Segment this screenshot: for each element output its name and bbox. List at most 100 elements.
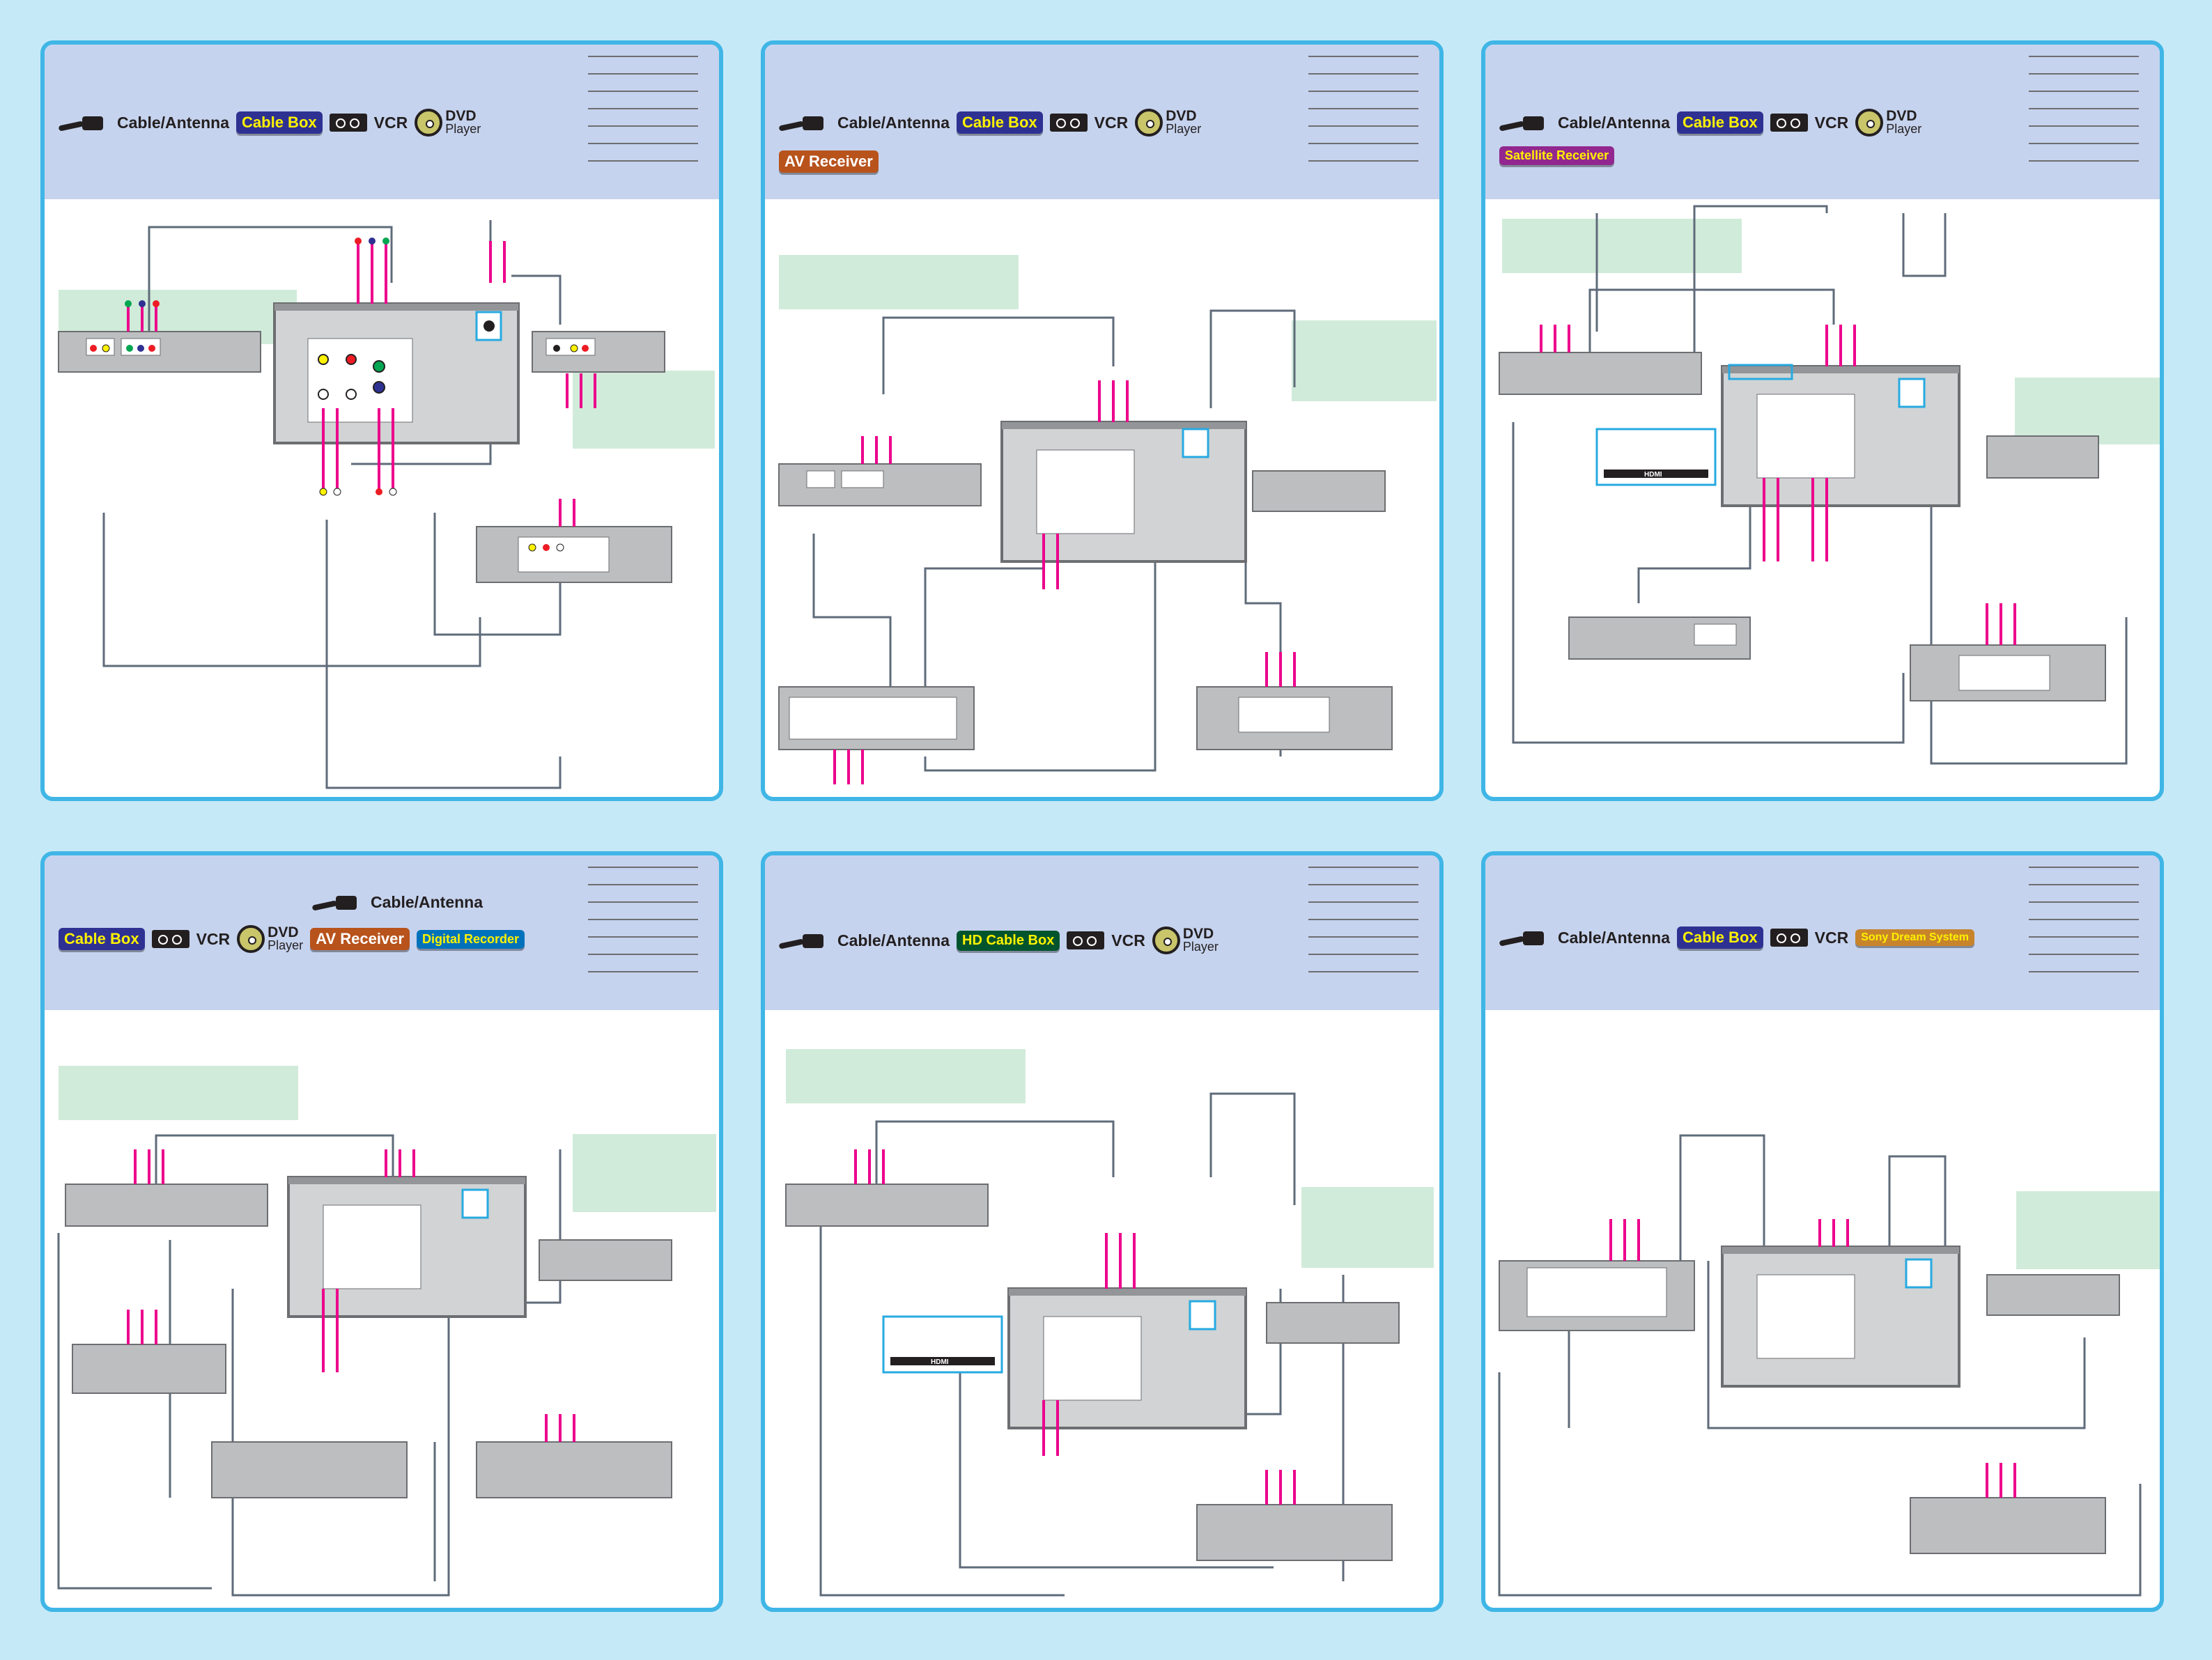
panel-with-hd-cable-box: Cable/Antenna HD Cable Box VCR DVD Player (761, 851, 1444, 1612)
player-label: Player (1166, 122, 1202, 136)
dvd-disc-icon (1135, 109, 1163, 137)
note-lines (2029, 56, 2139, 178)
cable-antenna-label: Cable/Antenna (1558, 113, 1671, 132)
cable-antenna-label: Cable/Antenna (1558, 928, 1671, 947)
device-legend: Cable/Antenna Cable Box VCR DVD Player (1499, 109, 1921, 137)
dvd-disc-icon (237, 925, 265, 953)
hdmi-label: HDMI (1644, 471, 1662, 479)
wiring-diagram: HDMI (785, 1092, 1400, 1597)
dvd-disc-icon (415, 109, 443, 137)
vcr-icon (151, 930, 190, 948)
panel-with-av-receiver-and-digital-recorder: Cable/Antenna Cable Box VCR DVD Player AV… (40, 851, 723, 1612)
panel-header: Cable/Antenna Cable Box VCR DVD Player AV… (45, 855, 719, 1010)
av-receiver-device (211, 1441, 408, 1498)
player-label: Player (1886, 122, 1922, 136)
hd-cable-box-badge: HD Cable Box (957, 930, 1060, 951)
dvd-player-device (476, 1441, 672, 1498)
cable-box-badge: Cable Box (236, 111, 323, 134)
av-receiver-device (778, 686, 975, 750)
cable-box-badge: Cable Box (59, 928, 145, 950)
panel-cable-vcr-dvd: Cable/Antenna Cable Box VCR DVD Player (40, 40, 723, 801)
dvd-badge: DVD Player (1855, 109, 1921, 137)
dvd-player-device (1910, 644, 2106, 701)
vcr-device (539, 1239, 672, 1281)
wiring-diagram (58, 220, 672, 789)
hdmi-inset: HDMI (1595, 428, 1717, 486)
av-receiver-badge: AV Receiver (779, 150, 879, 173)
vcr-label: VCR (1094, 113, 1129, 132)
panel-with-satellite-receiver: Cable/Antenna Cable Box VCR DVD Player Sa… (1481, 40, 2164, 801)
satellite-receiver-device (1568, 616, 1751, 660)
note-lines (2029, 867, 2139, 988)
digital-recorder-device (72, 1344, 226, 1394)
cable-box-badge: Cable Box (1677, 111, 1763, 134)
dvd-disc-icon (1152, 926, 1180, 954)
dvd-disc-icon (1855, 109, 1884, 137)
vcr-icon (1067, 931, 1105, 949)
wiring-diagram (57, 1134, 672, 1597)
panel-header: Cable/Antenna Cable Box VCR DVD Player Sa… (1485, 45, 2160, 199)
vcr-device (1252, 470, 1386, 512)
note-lines (588, 56, 698, 178)
digital-recorder-badge: Digital Recorder (416, 929, 525, 949)
vcr-icon (329, 114, 367, 132)
dvd-player-device (476, 526, 672, 583)
vcr-icon (1770, 114, 1808, 132)
device-legend: Cable/Antenna Cable Box VCR Sony Dream S… (1499, 926, 1974, 949)
cable-plug-icon (312, 892, 364, 913)
cable-box-badge: Cable Box (957, 111, 1043, 134)
player-label: Player (1182, 940, 1219, 954)
tv-back-panel (273, 302, 520, 444)
dvd-player-device (1196, 686, 1393, 750)
panel-header: Cable/Antenna HD Cable Box VCR DVD Player (765, 855, 1439, 1010)
cable-box-badge: Cable Box (1677, 926, 1763, 949)
vcr-label: VCR (1111, 931, 1145, 949)
cable-plug-icon (779, 112, 830, 133)
cable-plug-icon (779, 930, 830, 951)
vcr-device (1986, 435, 2099, 479)
cable-box-device (58, 331, 261, 373)
cable-antenna-label: Cable/Antenna (837, 931, 950, 949)
wiring-diagram (778, 309, 1393, 784)
cable-antenna-label: Cable/Antenna (837, 113, 950, 132)
vcr-device (532, 331, 665, 373)
cable-box-device (778, 463, 982, 506)
vcr-label: VCR (1814, 113, 1849, 132)
player-label: Player (268, 938, 304, 952)
note-lines (1308, 56, 1418, 178)
wiring-diagram: HDMI (1499, 205, 2128, 765)
device-legend: Cable/Antenna HD Cable Box VCR DVD Player (779, 926, 1219, 954)
sony-dream-system-device (1499, 1260, 1695, 1331)
vcr-label: VCR (373, 113, 408, 132)
vcr-label: VCR (1814, 928, 1849, 947)
panel-header: Cable/Antenna Cable Box VCR Sony Dream S… (1485, 855, 2160, 1010)
cable-antenna-label: Cable/Antenna (371, 892, 484, 911)
tv-back-panel (1721, 1246, 1960, 1388)
satellite-receiver-badge: Satellite Receiver (1499, 146, 1615, 165)
hdmi-inset: HDMI (882, 1315, 1003, 1374)
wiring-diagram (1498, 1134, 2142, 1597)
dvd-badge: DVD Player (237, 925, 303, 953)
tv-back-panel (1000, 421, 1247, 563)
device-legend: Cable Box VCR DVD Player AV Receiver Digi… (59, 925, 525, 953)
player-label: Player (445, 122, 481, 136)
cable-box-device (65, 1184, 268, 1227)
cable-plug-icon (59, 112, 110, 133)
note-lines (1308, 867, 1418, 988)
cable-plug-icon (1499, 927, 1551, 948)
av-receiver-badge: AV Receiver (310, 928, 410, 950)
panel-with-av-receiver: Cable/Antenna Cable Box VCR DVD Player AV… (761, 40, 1444, 801)
cable-plug-icon (1499, 112, 1551, 133)
panel-header: Cable/Antenna Cable Box VCR DVD Player AV… (765, 45, 1439, 199)
dvd-badge: DVD Player (1135, 109, 1201, 137)
vcr-label: VCR (196, 929, 231, 948)
sony-dream-system-badge: Sony Dream System (1855, 929, 1974, 946)
hdmi-label: HDMI (931, 1358, 949, 1366)
dvd-player-device (1196, 1504, 1393, 1561)
vcr-icon (1049, 114, 1088, 132)
dvd-badge: DVD Player (1152, 926, 1219, 954)
panel-with-sony-dream-system: Cable/Antenna Cable Box VCR Sony Dream S… (1481, 851, 2164, 1612)
device-legend: Cable/Antenna Cable Box VCR DVD Player (779, 109, 1201, 137)
note-lines (588, 867, 698, 988)
vcr-device (1266, 1302, 1400, 1344)
